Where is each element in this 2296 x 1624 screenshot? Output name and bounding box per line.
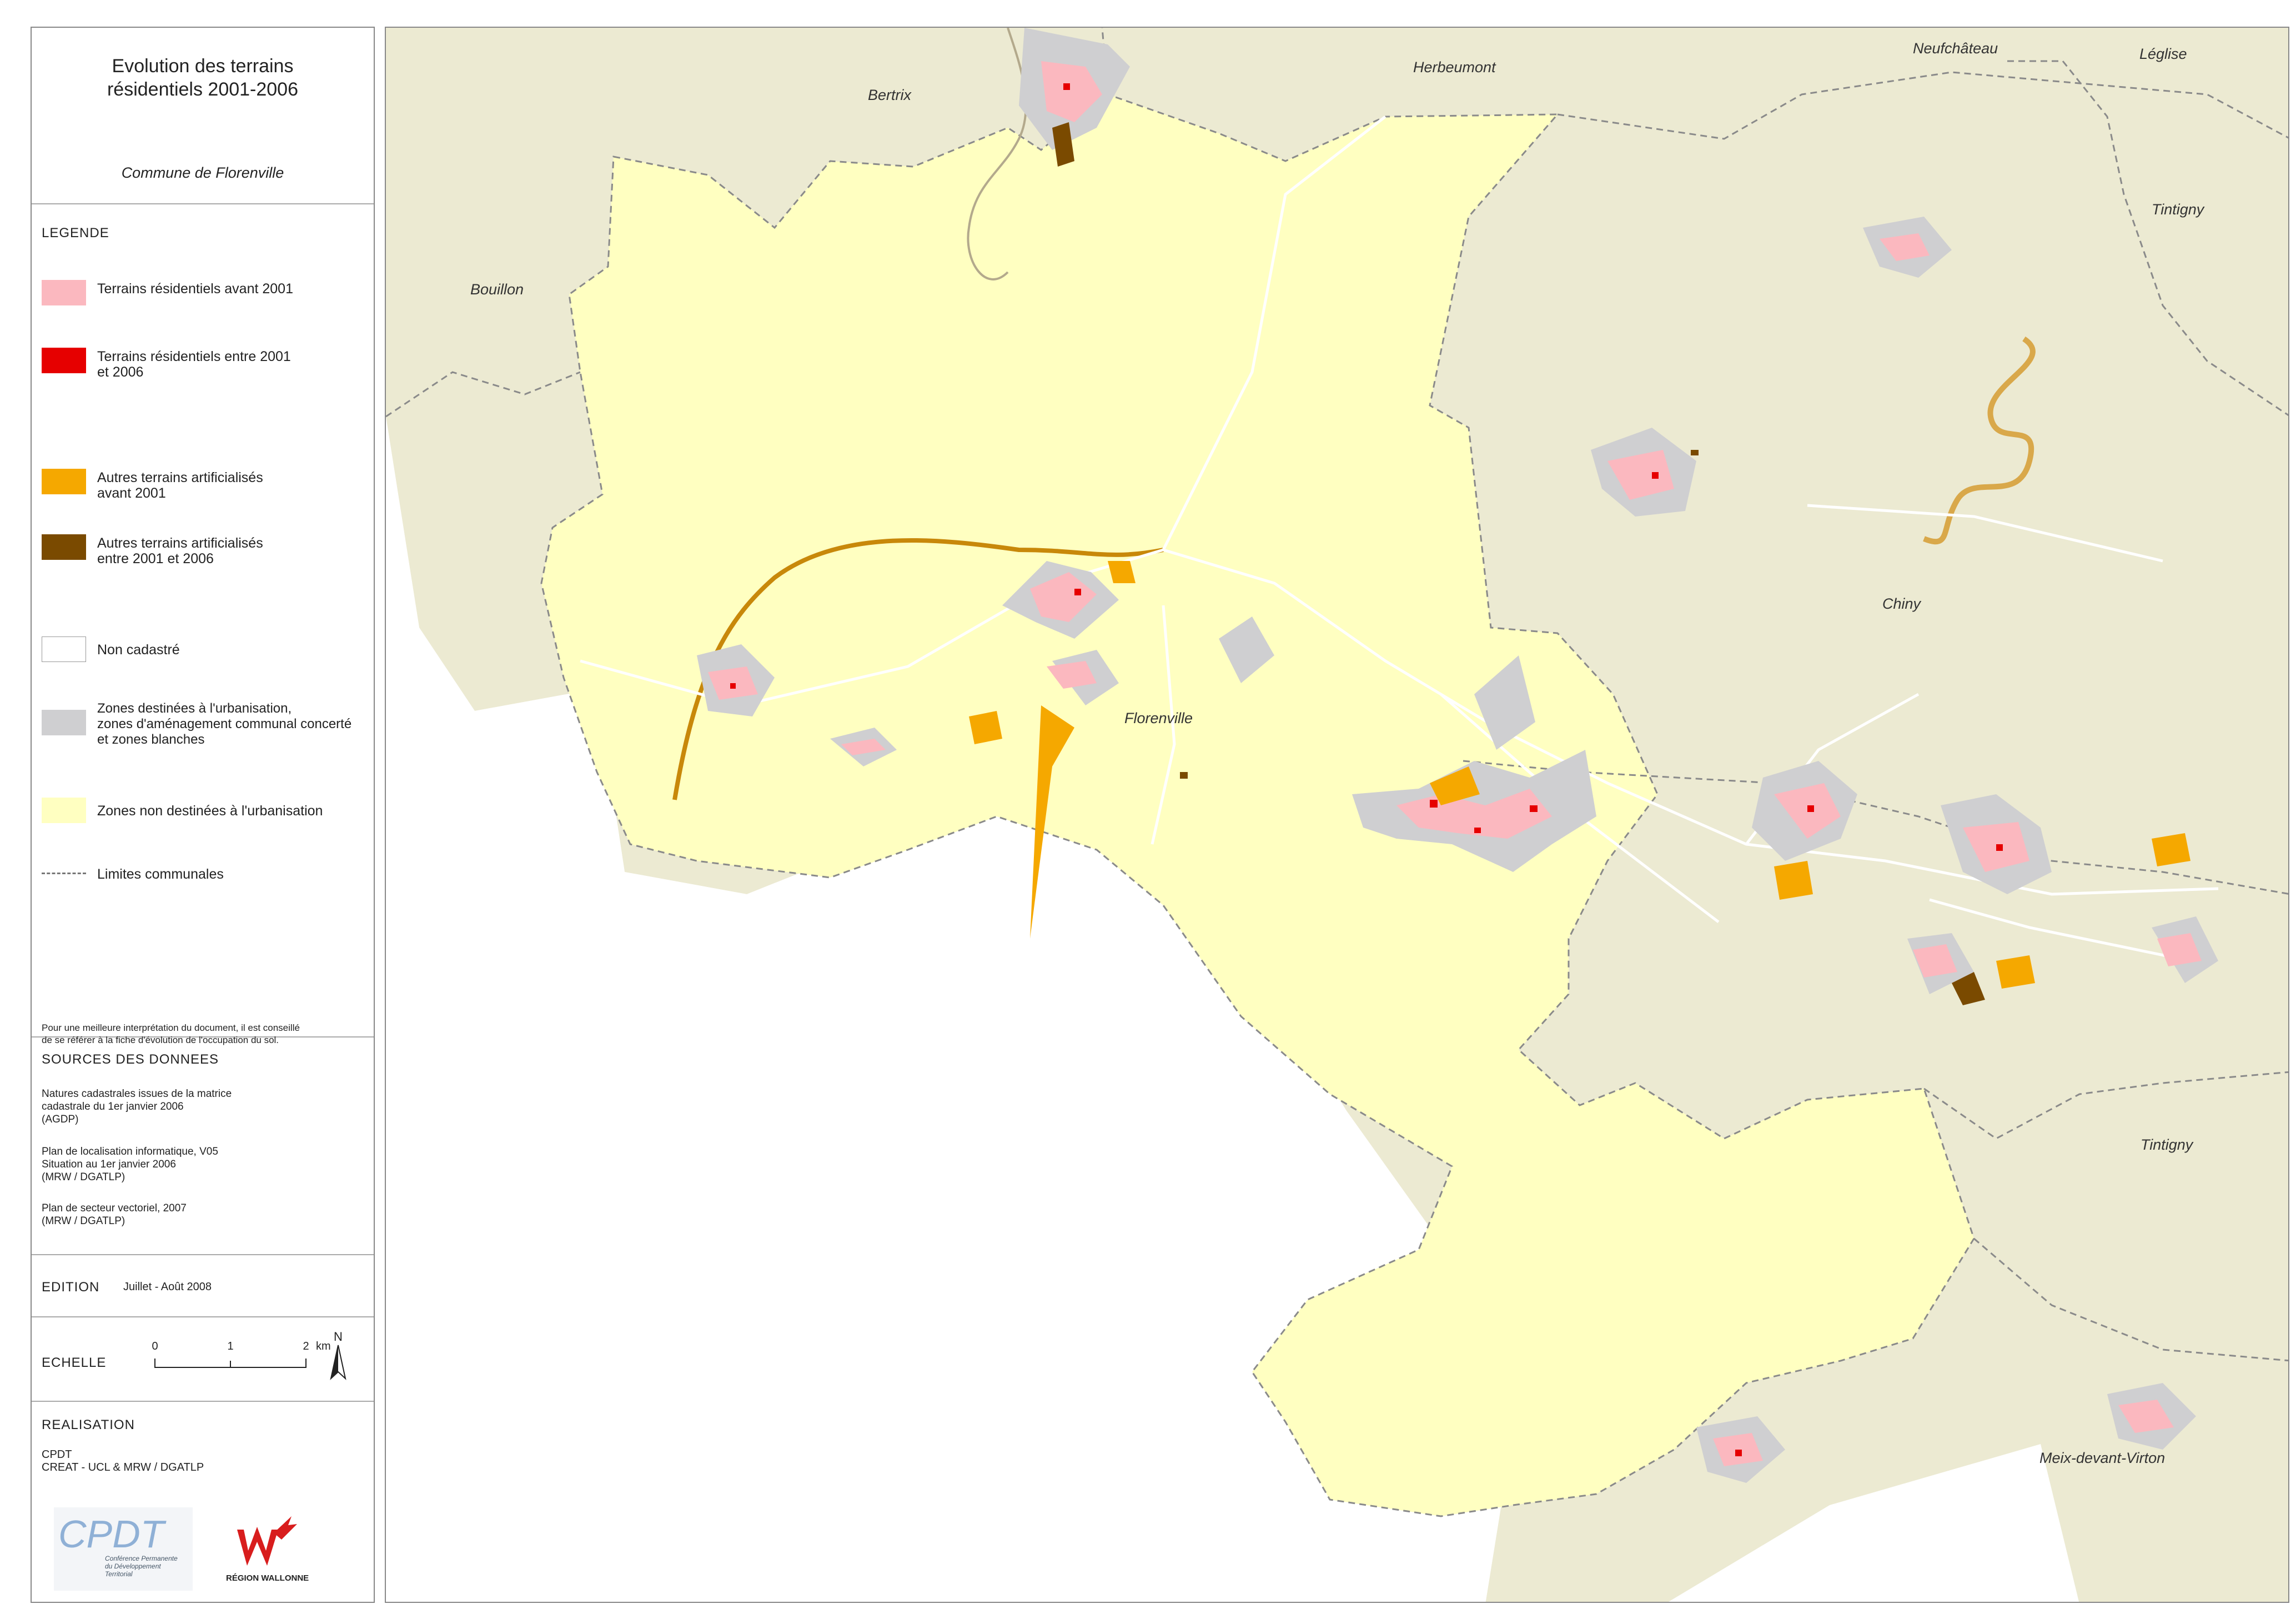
realisation-line: CREAT - UCL & MRW / DGATLP [42, 1461, 204, 1473]
legend-label-line: entre 2001 et 2006 [97, 551, 214, 567]
place-label-tintigny-north: Tintigny [2152, 201, 2205, 218]
legend-swatch [42, 280, 86, 305]
cpdt-logo-caption: Conférence Permanente [105, 1555, 178, 1562]
region-wallonne-caption: RÉGION WALLONNE [226, 1573, 309, 1583]
legend-label: Limites communales [97, 866, 375, 882]
place-label-bertrix: Bertrix [868, 87, 912, 103]
place-label-leglise: Léglise [2139, 46, 2187, 62]
legend-swatch [42, 636, 86, 662]
sources-heading: SOURCES DES DONNEES [42, 1052, 219, 1067]
source-line: Natures cadastrales issues de la matrice [42, 1088, 232, 1100]
edition-date: Juillet - Août 2008 [123, 1281, 212, 1293]
source-block: Natures cadastrales issues de la matrice… [42, 1087, 369, 1126]
source-block: Plan de localisation informatique, V05 S… [42, 1145, 369, 1184]
scale-bar: 0 1 2 km N [152, 1330, 346, 1380]
w-logo-arrow [274, 1516, 297, 1540]
legend-label: Terrains résidentiels avant 2001 [97, 281, 375, 297]
legend-swatch [42, 534, 86, 560]
realisation-credits: CPDT CREAT - UCL & MRW / DGATLP [42, 1448, 369, 1474]
source-line: Plan de secteur vectoriel, 2007 [42, 1202, 187, 1214]
legend-dashed-line [42, 873, 86, 874]
cpdt-logo: CPDT Conférence Permanente du Développem… [54, 1507, 193, 1591]
legend-label-line: Limites communales [97, 866, 224, 882]
place-label-bouillon: Bouillon [470, 281, 524, 298]
legend-heading: LEGENDE [42, 225, 109, 240]
legend-label: Autres terrains artificialisés entre 200… [97, 535, 375, 567]
legend-label-line: Terrains résidentiels avant 2001 [97, 281, 293, 297]
realisation-section: REALISATION CPDT CREAT - UCL & MRW / DGA… [32, 1402, 374, 1604]
scale-section: ECHELLE 0 1 2 km N [32, 1317, 374, 1402]
legend-label: Terrains résidentiels entre 2001 et 2006 [97, 349, 375, 380]
scale-label: ECHELLE [42, 1355, 107, 1370]
source-line: (MRW / DGATLP) [42, 1215, 125, 1227]
legend-label-line: Terrains résidentiels entre 2001 [97, 349, 291, 364]
realisation-heading: REALISATION [42, 1417, 135, 1432]
legend-label: Zones non destinées à l'urbanisation [97, 803, 375, 819]
legend-swatch [42, 348, 86, 373]
legend-swatch [42, 710, 86, 735]
sources-section: SOURCES DES DONNEES Natures cadastrales … [32, 1037, 374, 1255]
place-label-neufchateau: Neufchâteau [1913, 40, 1998, 57]
map-title: Evolution des terrains résidentiels 2001… [32, 54, 374, 101]
cpdt-logo-caption: du Développement [105, 1562, 161, 1570]
legend-label-line: Non cadastré [97, 642, 180, 658]
source-line: cadastrale du 1er janvier 2006 [42, 1101, 184, 1112]
scale-tick-label: 2 [303, 1340, 309, 1352]
place-label-florenville: Florenville [1124, 710, 1193, 726]
source-block: Plan de secteur vectoriel, 2007 (MRW / D… [42, 1202, 369, 1227]
legend-swatch [42, 798, 86, 823]
edition-section: EDITION Juillet - Août 2008 [32, 1255, 374, 1317]
legend-panel: Evolution des terrains résidentiels 2001… [31, 27, 375, 1603]
place-label-chiny: Chiny [1882, 595, 1922, 612]
legend-section: LEGENDE Terrains résidentiels avant 2001… [32, 204, 375, 1045]
map-canvas[interactable]: Bertrix Herbeumont Neufchâteau Léglise T… [386, 28, 2289, 1603]
legend-label-line: Autres terrains artificialisés [97, 535, 263, 551]
region-wallonne-logo: RÉGION WALLONNE [226, 1516, 309, 1583]
scale-tick-label: 0 [152, 1340, 158, 1352]
legend-note-line: Pour une meilleure interprétation du doc… [42, 1022, 300, 1033]
w-logo-mark [237, 1527, 278, 1566]
legend-label: Autres terrains artificialisés avant 200… [97, 470, 375, 501]
legend-label-line: et zones blanches [97, 732, 205, 747]
source-line: (MRW / DGATLP) [42, 1171, 125, 1183]
legend-label-line: Zones destinées à l'urbanisation, [97, 701, 292, 716]
edition-label: EDITION [42, 1280, 100, 1295]
map-frame[interactable]: Bertrix Herbeumont Neufchâteau Léglise T… [385, 27, 2289, 1603]
scale-ruler [154, 1359, 307, 1368]
map-title-line: résidentiels 2001-2006 [107, 79, 299, 100]
map-title-line: Evolution des terrains [112, 56, 294, 77]
legend-label-line: zones d'aménagement communal concerté [97, 716, 352, 731]
legend-label-line: Autres terrains artificialisés [97, 470, 263, 485]
source-line: Plan de localisation informatique, V05 [42, 1146, 218, 1157]
legend-label-line: et 2006 [97, 364, 144, 380]
cpdt-logo-text: CPDT [58, 1512, 167, 1556]
legend-label-line: avant 2001 [97, 485, 166, 501]
title-section: Evolution des terrains résidentiels 2001… [32, 28, 374, 204]
place-label-herbeumont: Herbeumont [1413, 59, 1496, 76]
legend-swatch [42, 469, 86, 494]
north-label: N [334, 1330, 343, 1344]
place-label-tintigny-south: Tintigny [2141, 1136, 2194, 1153]
legend-label-line: Zones non destinées à l'urbanisation [97, 803, 323, 819]
place-label-meix-devant-virton: Meix-devant-Virton [2039, 1450, 2165, 1466]
scale-unit: km [316, 1340, 331, 1352]
cpdt-logo-caption: Territorial [105, 1570, 133, 1578]
commune-subtitle: Commune de Florenville [121, 164, 284, 181]
legend-label: Non cadastré [97, 642, 375, 658]
legend-label: Zones destinées à l'urbanisation, zones … [97, 701, 375, 748]
source-line: (AGDP) [42, 1114, 79, 1125]
realisation-line: CPDT [42, 1448, 72, 1461]
source-line: Situation au 1er janvier 2006 [42, 1159, 176, 1170]
scale-tick-label: 1 [227, 1340, 233, 1352]
